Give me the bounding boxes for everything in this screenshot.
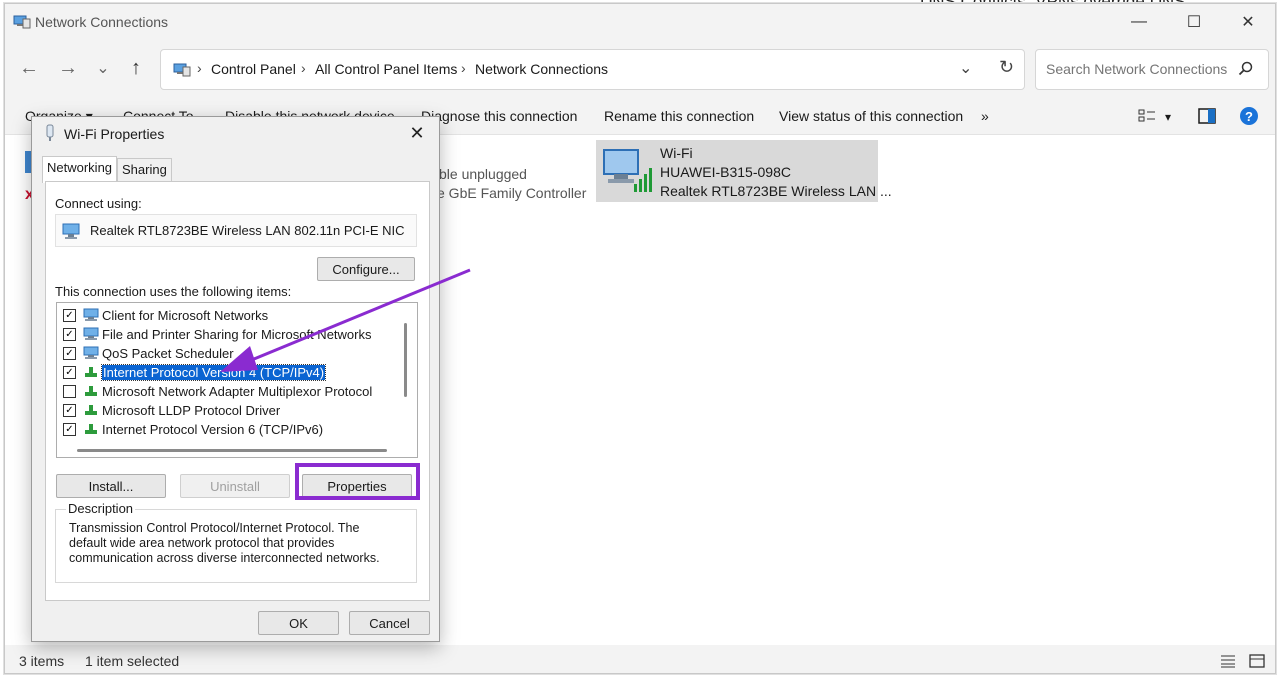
annotation-arrow-head: [220, 346, 258, 372]
properties-highlight-box: [295, 463, 420, 500]
annotation-overlay: [220, 268, 471, 500]
annotation-arrow-line: [231, 268, 471, 370]
